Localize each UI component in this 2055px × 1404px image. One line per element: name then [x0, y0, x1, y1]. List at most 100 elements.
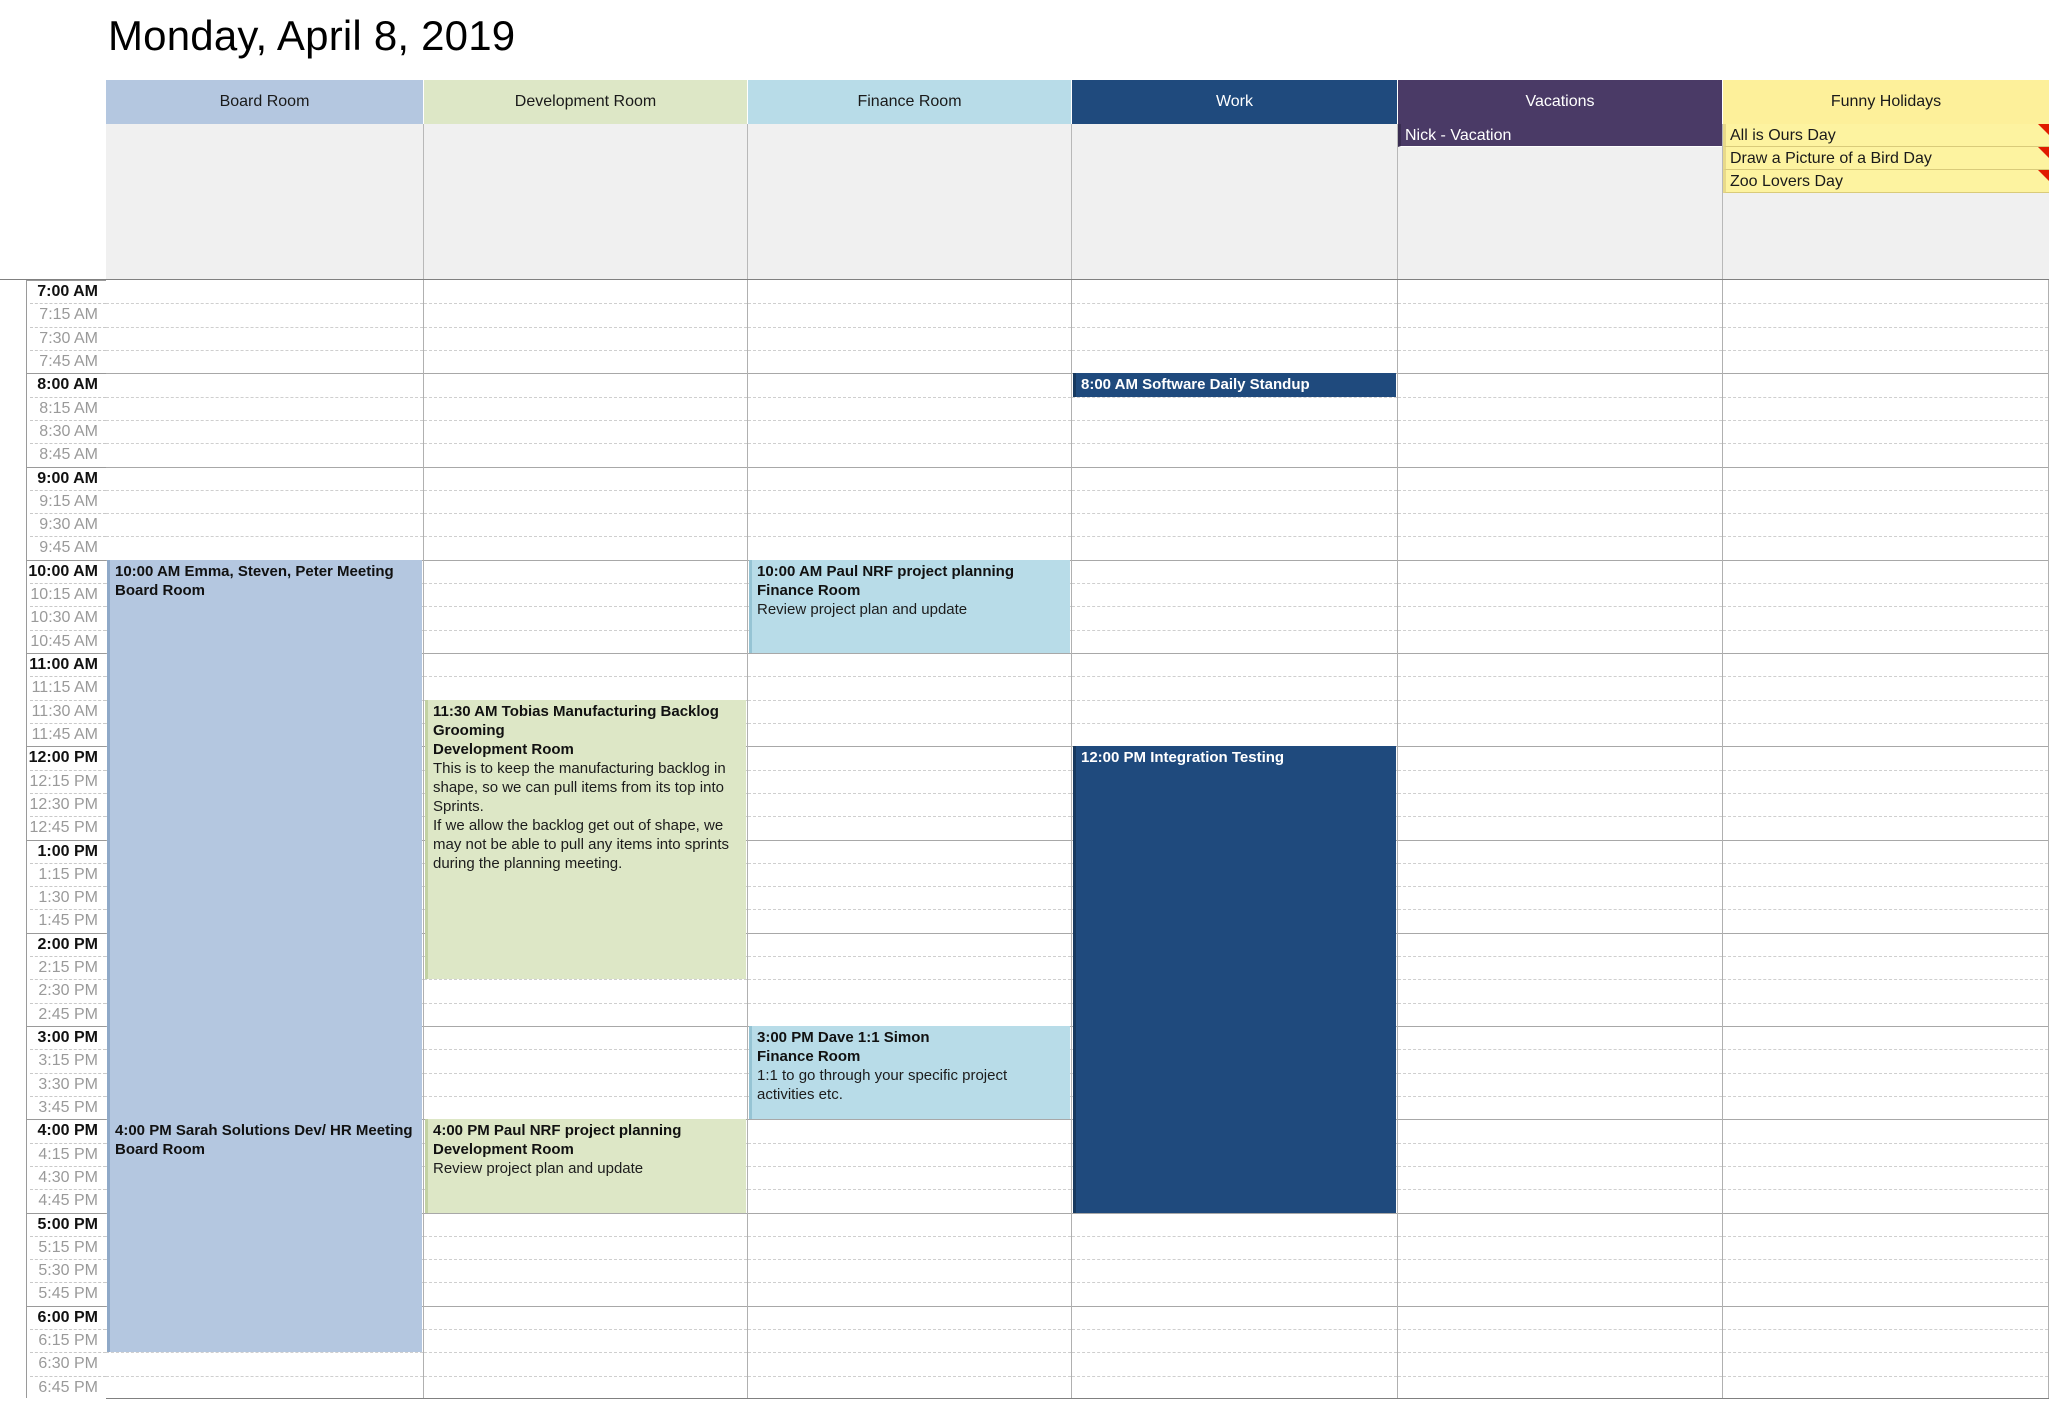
time-column-funny-holidays[interactable]	[1723, 280, 2049, 1399]
calendar-event[interactable]: 10:00 AM Paul NRF project planning Financ…	[749, 559, 1070, 653]
grid-row-line	[748, 792, 1071, 794]
grid-row-line	[1072, 536, 1397, 538]
grid-row-line	[1398, 746, 1722, 748]
grid-row-line	[106, 513, 423, 515]
grid-row-line	[1398, 1329, 1722, 1331]
grid-row-line	[748, 466, 1071, 468]
grid-row-line	[424, 536, 747, 538]
time-label: 7:15 AM	[0, 303, 106, 326]
time-label: 1:00 PM	[0, 839, 106, 863]
all-day-band: Nick - Vacation All is Ours Day Draw a Pic…	[106, 124, 2049, 279]
grid-row-line	[748, 1305, 1071, 1307]
reminder-flag-icon	[2038, 124, 2049, 135]
all-day-cell-vacations[interactable]: Nick - Vacation	[1398, 124, 1723, 279]
grid-row-line	[1072, 1305, 1397, 1307]
time-label: 11:45 AM	[0, 722, 106, 746]
grid-row-line	[1723, 676, 2048, 678]
all-day-cell-funny-holidays[interactable]: All is Ours Day Draw a Picture of a Bird …	[1723, 124, 2049, 279]
event-title: 3:00 PM Dave 1:1 Simon	[757, 1029, 930, 1046]
grid-row-line	[1723, 1375, 2048, 1377]
grid-row-line	[1398, 1095, 1722, 1097]
calendar-event[interactable]: 3:00 PM Dave 1:1 Simon Finance Room 1:1 to…	[749, 1026, 1070, 1120]
grid-row-line	[748, 1282, 1071, 1284]
grid-row-line	[424, 466, 747, 468]
grid-row-line	[1398, 1259, 1722, 1261]
column-header-vacations[interactable]: Vacations	[1398, 80, 1723, 124]
grid-row-line	[1398, 862, 1722, 864]
grid-row-line	[1398, 1142, 1722, 1144]
grid-row-line	[1398, 373, 1722, 375]
all-day-cell-finance-room[interactable]	[748, 124, 1072, 279]
grid-row-line	[424, 349, 747, 351]
grid-row-line	[748, 1235, 1071, 1237]
grid-row-line	[1723, 1072, 2048, 1074]
all-day-event-label: All is Ours Day	[1730, 127, 1836, 144]
time-label: 6:30 PM	[0, 1352, 106, 1375]
grid-row-line	[748, 1142, 1071, 1144]
grid-row-line	[748, 816, 1071, 818]
grid-row-line	[1723, 956, 2048, 958]
grid-row-line	[1723, 583, 2048, 585]
grid-row-line	[748, 1165, 1071, 1167]
grid-row-line	[1398, 583, 1722, 585]
time-label: 3:15 PM	[0, 1049, 106, 1072]
time-label: 11:30 AM	[0, 699, 106, 723]
grid-row-line	[424, 1235, 747, 1237]
grid-row-line	[106, 489, 423, 491]
event-title: 4:00 PM Paul NRF project planning	[433, 1122, 682, 1140]
all-day-cell-development-room[interactable]	[424, 124, 748, 279]
calendar-event[interactable]: 8:00 AM Software Daily Standup	[1073, 373, 1396, 397]
event-location: Finance Room	[757, 581, 861, 599]
grid-row-line	[748, 956, 1071, 958]
grid-row-line	[1723, 1212, 2048, 1214]
all-day-event[interactable]: Draw a Picture of a Bird Day	[1723, 147, 2049, 170]
grid-row-line	[1398, 443, 1722, 445]
all-day-cell-board-room[interactable]	[106, 124, 424, 279]
time-label: 7:30 AM	[0, 326, 106, 350]
event-description: Review project plan and update	[757, 600, 968, 618]
calendar-event[interactable]: 4:00 PM Sarah Solutions Dev/ HR Meeting B…	[107, 1119, 422, 1353]
page-title: Monday, April 8, 2019	[108, 12, 516, 59]
grid-row-line	[1723, 373, 2048, 375]
calendar-event[interactable]: 4:00 PM Paul NRF project planning Develop…	[425, 1119, 746, 1213]
reminder-flag-icon	[2038, 170, 2049, 181]
all-day-event[interactable]: All is Ours Day	[1723, 124, 2049, 147]
grid-row-line	[106, 303, 423, 305]
grid-row-line	[1723, 513, 2048, 515]
column-header-development-room[interactable]: Development Room	[424, 80, 748, 124]
column-header-funny-holidays[interactable]: Funny Holidays	[1723, 80, 2049, 124]
time-label: 4:00 PM	[0, 1119, 106, 1142]
grid-row-line	[1723, 932, 2048, 934]
time-label: 2:45 PM	[0, 1002, 106, 1026]
grid-row-line	[1398, 629, 1722, 631]
time-label: 10:15 AM	[0, 583, 106, 606]
grid-row-line	[748, 769, 1071, 771]
event-location: Finance Room	[757, 1048, 861, 1065]
grid-row-line	[424, 653, 747, 654]
time-label: 6:45 PM	[0, 1375, 106, 1399]
grid-row-line	[1072, 1375, 1397, 1377]
event-location: Board Room	[115, 581, 205, 599]
time-label: 9:00 AM	[0, 466, 106, 490]
grid-row-line	[1072, 722, 1397, 724]
grid-row-line	[1072, 559, 1397, 561]
grid-row-line	[1723, 349, 2048, 351]
grid-row-line	[1723, 1165, 2048, 1167]
column-header-work[interactable]: Work	[1072, 80, 1398, 124]
calendar-event[interactable]: 11:30 AM Tobias Manufacturing Backlog Gr…	[425, 699, 746, 980]
all-day-event[interactable]: Zoo Lovers Day	[1723, 170, 2049, 193]
column-header-finance-room[interactable]: Finance Room	[748, 80, 1072, 124]
grid-row-line	[1398, 1072, 1722, 1074]
column-header-board-room[interactable]: Board Room	[106, 80, 424, 124]
time-column-vacations[interactable]	[1398, 280, 1723, 1399]
time-label: 3:45 PM	[0, 1095, 106, 1119]
grid-row-line	[1398, 932, 1722, 934]
all-day-event[interactable]: Nick - Vacation	[1398, 124, 1722, 147]
calendar-event[interactable]: 12:00 PM Integration Testing	[1073, 746, 1396, 1213]
grid-row-line	[424, 303, 747, 305]
time-column-finance-room[interactable]	[748, 280, 1072, 1399]
grid-row-line	[1723, 1329, 2048, 1331]
grid-row-line	[1398, 676, 1722, 678]
grid-row-line	[1072, 699, 1397, 701]
all-day-cell-work[interactable]	[1072, 124, 1398, 279]
